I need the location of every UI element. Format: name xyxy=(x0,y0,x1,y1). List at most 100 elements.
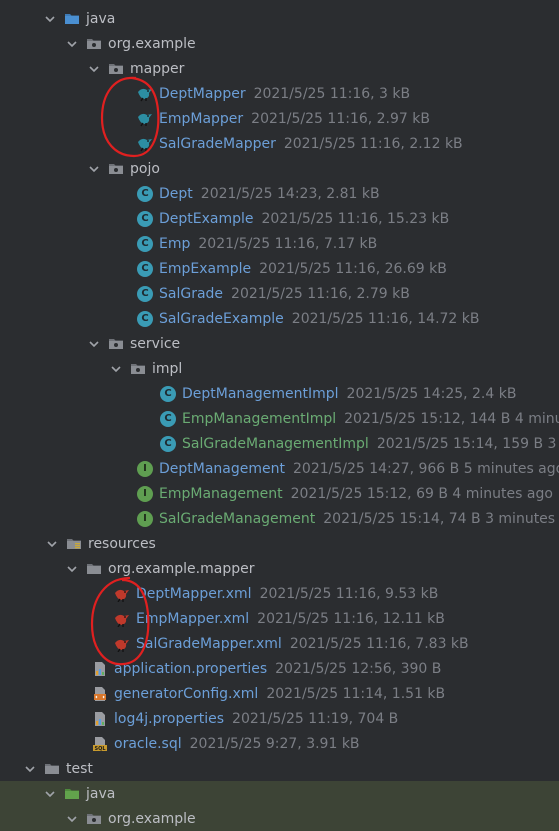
file-meta: 2021/5/25 11:16, 2.79 kB xyxy=(231,285,410,302)
svg-text:SQL: SQL xyxy=(94,746,106,752)
tree-node-deptmgmtimpl[interactable]: C DeptManagementImpl 2021/5/25 14:25, 2.… xyxy=(0,381,559,406)
tree-node-salgrademgmtimpl[interactable]: C SalGradeManagementImpl 2021/5/25 15:14… xyxy=(0,431,559,456)
file-meta: 2021/5/25 14:27, 966 B 5 minutes ago xyxy=(293,460,559,477)
tree-node-label: log4j.properties xyxy=(114,710,225,727)
chevron-down-icon[interactable] xyxy=(88,63,100,75)
tree-node-deptmapper[interactable]: DeptMapper 2021/5/25 11:16, 3 kB xyxy=(0,81,559,106)
tree-node-label: SalGradeExample xyxy=(159,310,284,327)
folder-gray-icon xyxy=(86,561,102,577)
file-meta: 2021/5/25 11:16, 14.72 kB xyxy=(291,310,480,327)
tree-node-service[interactable]: service xyxy=(0,331,559,356)
tree-node-org-example-mapper[interactable]: org.example.mapper xyxy=(0,556,559,581)
package-icon xyxy=(108,61,124,77)
tree-node-log4j-properties[interactable]: log4j.properties 2021/5/25 11:19, 704 B xyxy=(0,706,559,731)
tree-node-label: EmpExample xyxy=(159,260,252,277)
tree-node-salgrademapper[interactable]: SalGradeMapper 2021/5/25 11:16, 2.12 kB xyxy=(0,131,559,156)
folder-gray-icon xyxy=(44,761,60,777)
tree-node-label: mapper xyxy=(130,60,185,77)
class-icon: C xyxy=(137,285,153,302)
tree-node-application-properties[interactable]: application.properties 2021/5/25 12:56, … xyxy=(0,656,559,681)
tree-node-empmapper[interactable]: EmpMapper 2021/5/25 11:16, 2.97 kB xyxy=(0,106,559,131)
tree-node-org-example[interactable]: org.example xyxy=(0,31,559,56)
file-meta: 2021/5/25 15:12, 144 B 4 minutes ago xyxy=(344,410,559,427)
tree-node-oracle-sql[interactable]: SQL oracle.sql 2021/5/25 9:27, 3.91 kB xyxy=(0,731,559,756)
tree-node-label: test xyxy=(66,760,93,777)
file-meta: 2021/5/25 11:16, 7.17 kB xyxy=(198,235,378,252)
file-meta: 2021/5/25 11:16, 15.23 kB xyxy=(261,210,450,227)
file-meta: 2021/5/25 11:16, 2.12 kB xyxy=(283,135,463,152)
package-icon xyxy=(130,361,146,377)
tree-node-label: SalGrade xyxy=(159,285,224,302)
chevron-down-icon[interactable] xyxy=(88,338,100,350)
chevron-down-icon[interactable] xyxy=(24,763,36,775)
tree-node-dept[interactable]: C Dept 2021/5/25 14:23, 2.81 kB xyxy=(0,181,559,206)
package-icon xyxy=(108,336,124,352)
tree-node-label: DeptMapper.xml xyxy=(136,585,252,602)
file-meta: 2021/5/25 15:14, 159 B 3 minutes ago xyxy=(376,435,559,452)
tree-node-deptmgmt[interactable]: I DeptManagement 2021/5/25 14:27, 966 B … xyxy=(0,456,559,481)
tree-node-label: generatorConfig.xml xyxy=(114,685,259,702)
chevron-down-icon[interactable] xyxy=(44,788,56,800)
tree-node-label: EmpManagement xyxy=(159,485,283,502)
tree-node-label: EmpMapper.xml xyxy=(136,610,250,627)
tree-node-label: EmpMapper xyxy=(159,110,244,127)
class-icon: C xyxy=(137,310,153,327)
file-meta: 2021/5/25 15:12, 69 B 4 minutes ago xyxy=(290,485,553,502)
mybatis-bird-icon xyxy=(137,136,153,152)
chevron-down-icon[interactable] xyxy=(66,38,78,50)
tree-node-salgrademgmt[interactable]: I SalGradeManagement 2021/5/25 15:14, 74… xyxy=(0,506,559,531)
tree-node-label: java xyxy=(86,10,116,27)
tree-node-label: SalGradeMapper xyxy=(159,135,276,152)
class-icon: C xyxy=(137,185,153,202)
mybatis-xml-icon xyxy=(114,586,130,602)
tree-node-salgrade[interactable]: C SalGrade 2021/5/25 11:16, 2.79 kB xyxy=(0,281,559,306)
tree-node-resources[interactable]: resources xyxy=(0,531,559,556)
project-tree: java org.example mapper DeptMapper 2021/… xyxy=(0,0,559,831)
tree-node-label: SalGradeManagement xyxy=(159,510,316,527)
tree-node-test-java[interactable]: java xyxy=(0,781,559,806)
tree-node-generatorconfig-xml[interactable]: generatorConfig.xml 2021/5/25 11:14, 1.5… xyxy=(0,681,559,706)
tree-node-label: service xyxy=(130,335,181,352)
chevron-down-icon[interactable] xyxy=(66,813,78,825)
chevron-down-icon[interactable] xyxy=(46,538,58,550)
class-icon: C xyxy=(160,435,176,452)
tree-node-mapper[interactable]: mapper xyxy=(0,56,559,81)
tree-node-label: DeptManagementImpl xyxy=(182,385,339,402)
chevron-down-icon[interactable] xyxy=(88,163,100,175)
class-icon: C xyxy=(160,385,176,402)
tree-node-empmgmt[interactable]: I EmpManagement 2021/5/25 15:12, 69 B 4 … xyxy=(0,481,559,506)
package-icon xyxy=(86,36,102,52)
file-meta: 2021/5/25 14:25, 2.4 kB xyxy=(346,385,517,402)
tree-node-empexample[interactable]: C EmpExample 2021/5/25 11:16, 26.69 kB xyxy=(0,256,559,281)
xml-file-icon xyxy=(92,686,108,702)
class-icon: C xyxy=(137,260,153,277)
tree-node-salgrademapper-xml[interactable]: SalGradeMapper.xml 2021/5/25 11:16, 7.83… xyxy=(0,631,559,656)
tree-node-java[interactable]: java xyxy=(0,6,559,31)
tree-node-emp[interactable]: C Emp 2021/5/25 11:16, 7.17 kB xyxy=(0,231,559,256)
tree-node-salgradeexample[interactable]: C SalGradeExample 2021/5/25 11:16, 14.72… xyxy=(0,306,559,331)
mybatis-xml-icon xyxy=(114,611,130,627)
interface-icon: I xyxy=(137,510,153,527)
file-meta: 2021/5/25 11:14, 1.51 kB xyxy=(266,685,446,702)
chevron-down-icon[interactable] xyxy=(110,363,122,375)
file-meta: 2021/5/25 11:16, 9.53 kB xyxy=(259,585,439,602)
tree-node-label: oracle.sql xyxy=(114,735,182,752)
tree-node-label: org.example xyxy=(108,810,196,827)
tree-node-label: DeptManagement xyxy=(159,460,285,477)
tree-node-deptmapper-xml[interactable]: DeptMapper.xml 2021/5/25 11:16, 9.53 kB xyxy=(0,581,559,606)
tree-node-impl[interactable]: impl xyxy=(0,356,559,381)
chevron-down-icon[interactable] xyxy=(44,13,56,25)
tree-node-pojo[interactable]: pojo xyxy=(0,156,559,181)
class-icon: C xyxy=(160,410,176,427)
file-meta: 2021/5/25 11:16, 7.83 kB xyxy=(289,635,469,652)
chevron-down-icon[interactable] xyxy=(66,563,78,575)
tree-node-empmapper-xml[interactable]: EmpMapper.xml 2021/5/25 11:16, 12.11 kB xyxy=(0,606,559,631)
file-meta: 2021/5/25 11:16, 12.11 kB xyxy=(257,610,445,627)
tree-node-test-org-example[interactable]: org.example xyxy=(0,806,559,831)
tree-node-label: application.properties xyxy=(114,660,268,677)
tree-node-deptexample[interactable]: C DeptExample 2021/5/25 11:16, 15.23 kB xyxy=(0,206,559,231)
tree-node-empmgmtimpl[interactable]: C EmpManagementImpl 2021/5/25 15:12, 144… xyxy=(0,406,559,431)
tree-node-label: SalGradeMapper.xml xyxy=(136,635,282,652)
file-meta: 2021/5/25 14:23, 2.81 kB xyxy=(200,185,380,202)
tree-node-test[interactable]: test xyxy=(0,756,559,781)
